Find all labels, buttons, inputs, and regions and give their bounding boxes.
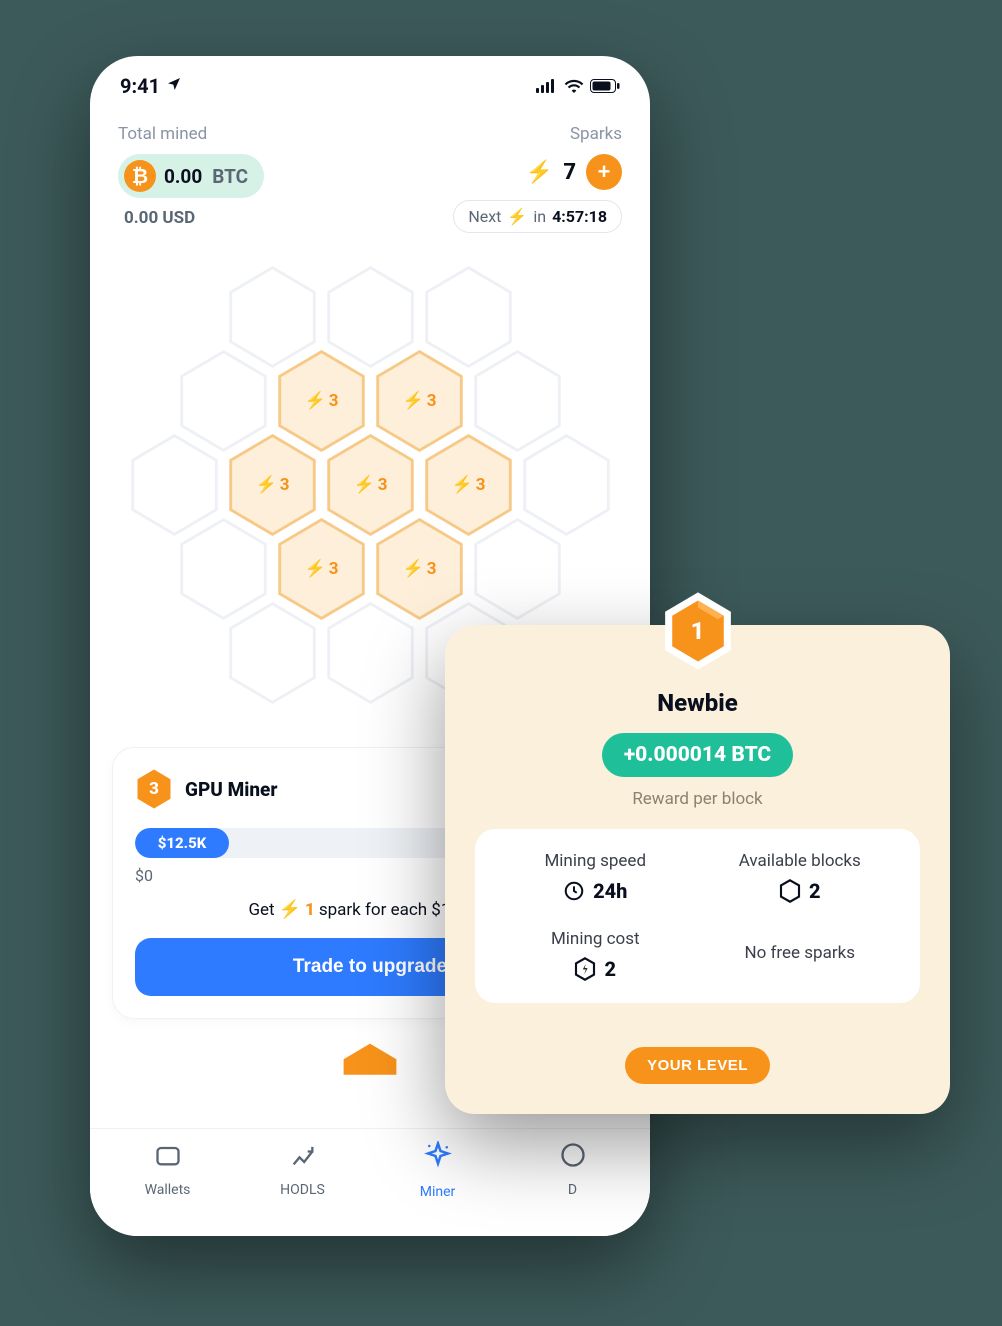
circle-icon [559,1141,587,1176]
progress-fill: $12.5K [135,828,229,858]
wifi-icon [564,74,584,98]
usd-amount: 0.00 USD [118,208,264,228]
btc-unit: BTC [212,165,248,188]
bolt-icon: ⚡ [256,475,277,495]
bolt-icon: ⚡ [526,160,553,185]
stat-mining-cost: Mining cost 2 [493,929,698,981]
sparks-count: 7 [563,160,576,185]
location-icon [166,76,182,96]
total-mined-label: Total mined [118,124,264,144]
clock-icon [563,880,585,902]
next-level-peek[interactable] [340,1041,400,1073]
tab-bar: Wallets HODLS Miner D [90,1128,650,1236]
next-spark-time: 4:57:18 [552,207,607,226]
stat-mining-speed: Mining speed 24h [493,851,698,903]
level-badge: 1 [662,591,734,671]
balance-header: Total mined ₿ 0.00 BTC 0.00 USD Sparks ⚡… [90,104,650,233]
tab-hodls[interactable]: HODLS [258,1141,348,1210]
battery-icon [590,74,620,98]
bolt-icon: ⚡ [279,899,301,920]
add-sparks-button[interactable]: + [586,154,622,190]
tab-wallets[interactable]: Wallets [123,1141,213,1210]
hex-empty[interactable] [225,599,320,707]
miner-name: GPU Miner [185,778,277,801]
hex-empty[interactable] [323,599,418,707]
btc-amount: 0.00 [164,165,202,188]
status-time: 9:41 [120,74,160,98]
wallet-icon [154,1141,182,1176]
stats-panel: Mining speed 24h Available blocks 2 Mini… [475,829,920,1003]
btc-balance-pill[interactable]: ₿ 0.00 BTC [118,154,264,198]
level-card: 1 Newbie +0.000014 BTC Reward per block … [445,625,950,1114]
stat-free-sparks: No free sparks [698,929,903,981]
tab-d[interactable]: D [528,1141,618,1210]
bitcoin-icon: ₿ [124,160,156,192]
level-title: Newbie [475,689,920,717]
reward-sub: Reward per block [475,789,920,809]
tab-miner[interactable]: Miner [393,1141,483,1210]
reward-pill: +0.000014 BTC [475,733,920,777]
status-bar: 9:41 [90,56,650,104]
miner-level-badge: 3 [135,768,173,810]
bolt-icon: ⚡ [305,559,326,579]
bolt-icon: ⚡ [452,475,473,495]
bolt-icon: ⚡ [507,207,527,226]
chart-up-icon [289,1141,317,1176]
stat-available-blocks: Available blocks 2 [698,851,903,903]
cellular-icon [536,74,558,98]
next-spark-pill: Next ⚡ in 4:57:18 [453,200,622,233]
sparkle-icon [423,1141,453,1178]
bolt-icon: ⚡ [403,391,424,411]
bolt-icon: ⚡ [403,559,424,579]
your-level-button[interactable]: YOUR LEVEL [625,1047,770,1084]
bolt-icon: ⚡ [305,391,326,411]
bolt-hexagon-icon [574,957,596,981]
hexagon-icon [779,879,801,903]
bolt-icon: ⚡ [354,475,375,495]
sparks-label: Sparks [570,124,622,144]
